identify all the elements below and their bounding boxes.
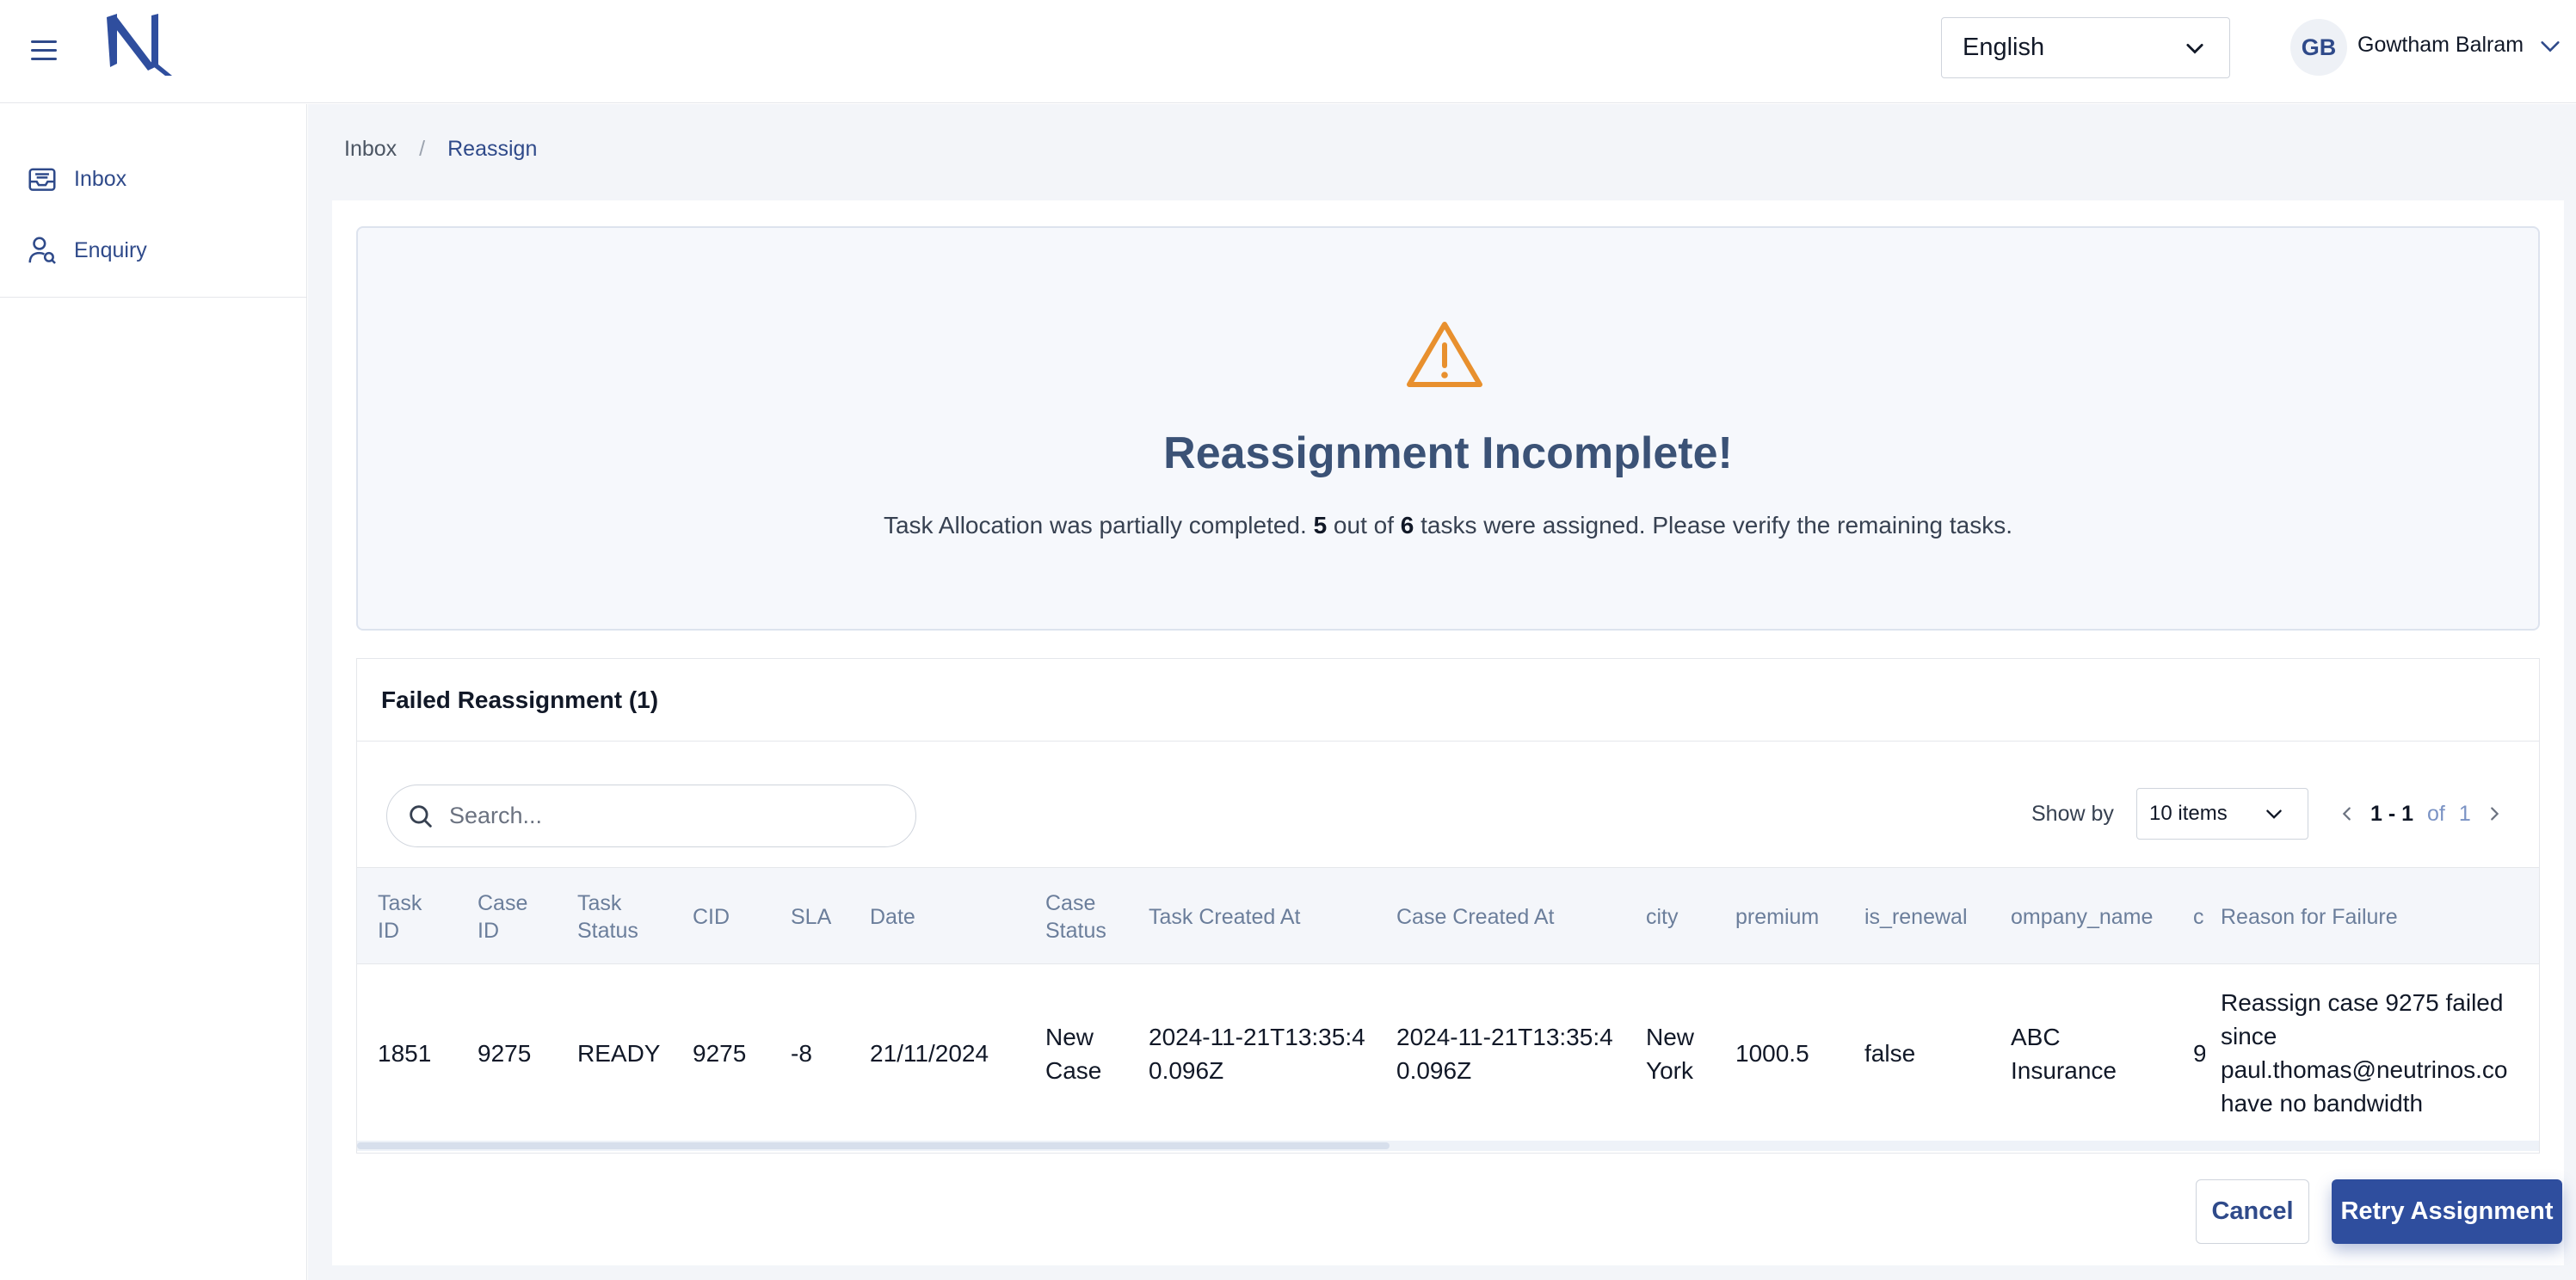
column-date: Date (870, 904, 915, 929)
column-cid: CID (693, 904, 730, 929)
column-task-status: Task Status (577, 890, 638, 943)
cell-case-created-at: 2024-11-21T13:35:40.096Z (1396, 1023, 1613, 1084)
alert-card: Reassignment Incomplete! Task Allocation… (356, 226, 2540, 631)
page-of: of (2427, 801, 2445, 826)
failed-title: Failed Reassignment (1) (381, 686, 659, 713)
breadcrumb-separator: / (419, 137, 426, 161)
alert-msg-prefix: Task Allocation was partially completed. (883, 512, 1307, 538)
horizontal-scrollbar[interactable] (357, 1141, 2539, 1151)
language-value: English (1963, 34, 2045, 61)
failed-reassignment-card: Failed Reassignment (1) Show by 10 items… (356, 658, 2540, 1154)
page-total: 1 (2458, 801, 2471, 826)
sidebar: Inbox Enquiry (0, 104, 307, 1280)
alert-msg-suffix: tasks were assigned. Please verify the r… (1420, 512, 2012, 538)
items-per-page-value: 10 items (2149, 802, 2228, 825)
alert-title: Reassignment Incomplete! (1163, 428, 1733, 478)
column-task-id: Task ID (378, 890, 422, 943)
warning-icon (1407, 322, 1482, 387)
column-company-name: ompany_name (2011, 904, 2154, 929)
chevron-left-icon[interactable] (2338, 804, 2357, 823)
sidebar-item-inbox[interactable]: Inbox (26, 157, 126, 200)
main-content: Inbox / Reassign Reassignment Incomplete… (308, 104, 2576, 1280)
items-per-page-select[interactable]: 10 items (2136, 788, 2308, 840)
cell-task-created-at: 2024-11-21T13:35:40.096Z (1149, 1023, 1365, 1084)
cell-reason-for-failure: Reassign case 9275 failed since paul.tho… (2221, 989, 2508, 1117)
chevron-down-icon (2186, 43, 2203, 54)
column-sla: SLA (791, 904, 832, 929)
table-row[interactable]: 1851 9275 READY 9275 -8 21/11/2024 New C… (357, 965, 2539, 1142)
sidebar-item-label: Inbox (74, 166, 127, 191)
divider (357, 741, 2539, 742)
menu-icon[interactable] (31, 34, 62, 65)
top-header: English GB Gowtham Balram (0, 0, 2576, 103)
chevron-right-icon[interactable] (2485, 804, 2504, 823)
column-city: city (1646, 904, 1679, 929)
search-icon (410, 804, 432, 828)
alert-msg-mid: out of (1333, 512, 1394, 538)
table-header: Task ID Case ID Task Status CID SLA Date… (357, 867, 2539, 964)
cell-case-status: New Case (1045, 1023, 1102, 1084)
cell-sla: -8 (791, 1040, 812, 1067)
breadcrumb-reassign: Reassign (447, 137, 538, 161)
cell-date: 21/11/2024 (870, 1040, 989, 1067)
cell-partial: 9 (2193, 965, 2205, 1142)
brand-logo-icon (107, 14, 172, 76)
cell-task-id: 1851 (378, 1040, 432, 1067)
column-reason-for-failure: Reason for Failure (2221, 904, 2398, 929)
cell-cid: 9275 (693, 1040, 747, 1067)
column-case-id: Case ID (478, 890, 528, 943)
cell-task-status: READY (577, 1040, 661, 1067)
column-partial: c (2193, 904, 2204, 929)
show-by-label: Show by (2031, 802, 2114, 826)
cell-city: New York (1646, 1023, 1695, 1084)
total-count: 6 (1400, 512, 1414, 538)
search-input[interactable] (449, 803, 897, 829)
chevron-down-icon (2266, 809, 2282, 819)
breadcrumb: Inbox / Reassign (344, 137, 537, 162)
search-box[interactable] (386, 785, 916, 847)
column-case-status: Case Status (1045, 890, 1106, 943)
sidebar-item-label: Enquiry (74, 237, 147, 262)
alert-message: Task Allocation was partially completed.… (358, 512, 2538, 539)
cell-is-renewal: false (1864, 1040, 1916, 1067)
cancel-button[interactable]: Cancel (2196, 1179, 2309, 1244)
cell-company-name: ABC Insurance (2011, 1023, 2117, 1084)
column-premium: premium (1735, 904, 1820, 929)
retry-assignment-button[interactable]: Retry Assignment (2332, 1179, 2562, 1244)
breadcrumb-inbox[interactable]: Inbox (344, 137, 397, 162)
user-name[interactable]: Gowtham Balram (2357, 33, 2524, 58)
sidebar-divider (0, 297, 307, 298)
scrollbar-thumb[interactable] (357, 1142, 1390, 1149)
pagination: 1 - 1 of 1 (2338, 797, 2504, 831)
inbox-icon (28, 168, 56, 191)
sidebar-item-enquiry[interactable]: Enquiry (26, 229, 147, 272)
page-range: 1 - 1 (2370, 801, 2414, 826)
language-select[interactable]: English (1941, 17, 2230, 78)
cell-premium: 1000.5 (1735, 1040, 1809, 1067)
column-task-created-at: Task Created At (1149, 904, 1301, 929)
cell-case-id: 9275 (478, 1040, 532, 1067)
column-case-created-at: Case Created At (1396, 904, 1555, 929)
assigned-count: 5 (1313, 512, 1328, 538)
chevron-down-icon[interactable] (2538, 34, 2562, 58)
reassign-panel: Reassignment Incomplete! Task Allocation… (332, 200, 2564, 1265)
column-is-renewal: is_renewal (1864, 904, 1968, 929)
user-search-icon (28, 237, 56, 264)
avatar[interactable]: GB (2290, 19, 2347, 76)
